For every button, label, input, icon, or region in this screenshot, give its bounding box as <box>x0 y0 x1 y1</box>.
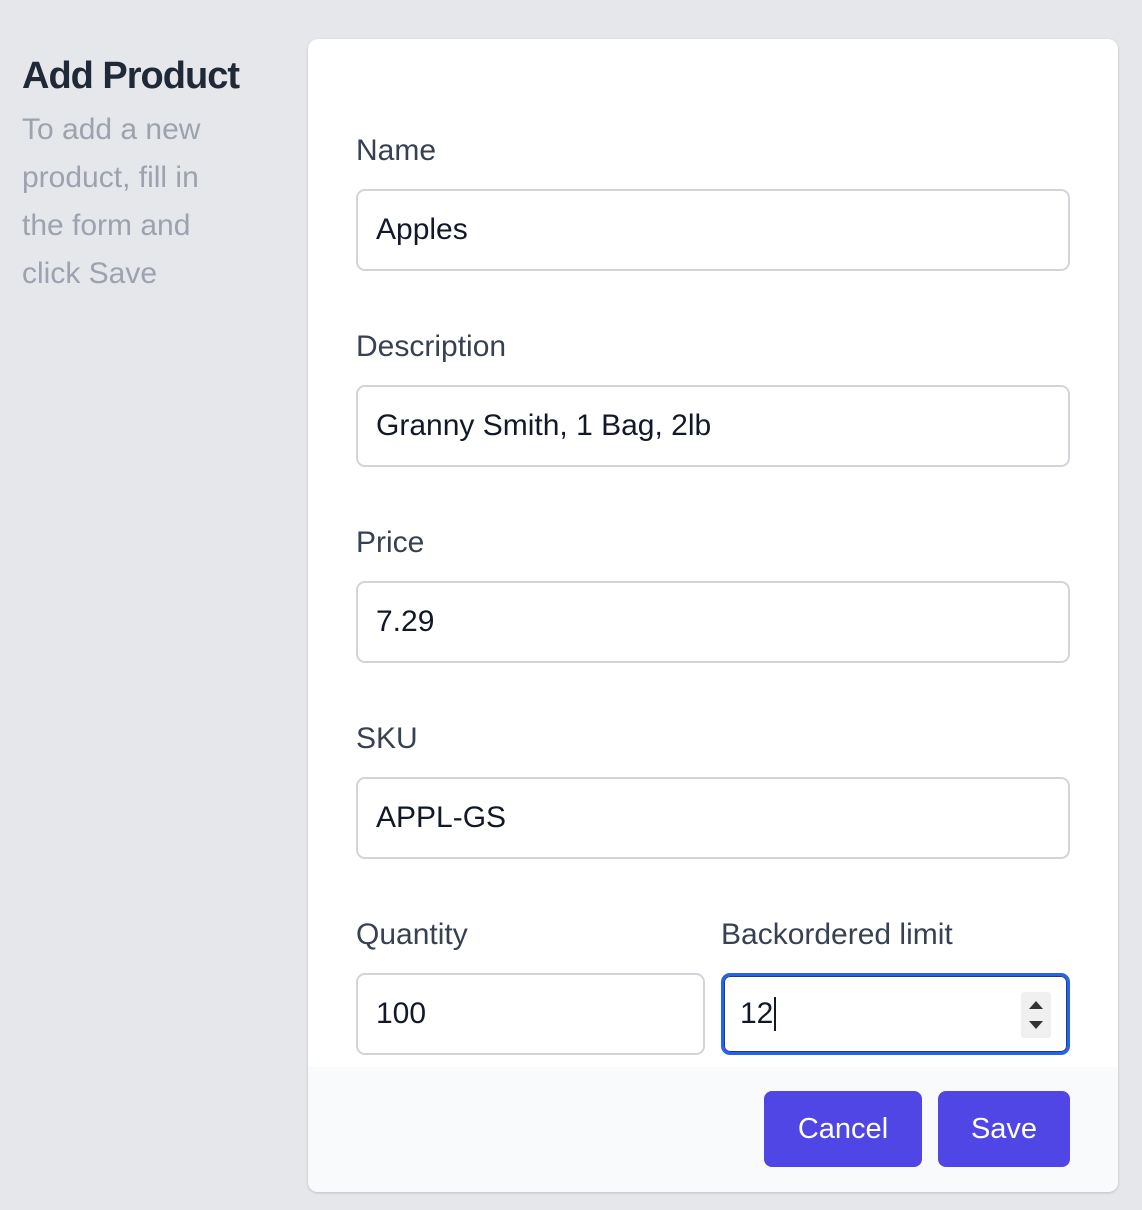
name-input-value: Apples <box>376 213 468 246</box>
quantity-input-value: 100 <box>376 997 427 1030</box>
add-product-form: Name Apples Description Granny Smith, 1 … <box>308 39 1118 1192</box>
sku-label: SKU <box>356 722 418 755</box>
number-stepper[interactable] <box>1021 992 1051 1038</box>
save-button[interactable]: Save <box>938 1091 1070 1167</box>
name-label: Name <box>356 134 437 167</box>
cancel-button[interactable]: Cancel <box>764 1091 922 1167</box>
page-title: Add Product <box>22 55 240 97</box>
quantity-input[interactable]: 100 <box>356 973 705 1055</box>
page-description: To add a new product, fill in the form a… <box>22 113 201 290</box>
description-label: Description <box>356 330 507 363</box>
intro-panel: Add Product To add a new product, fill i… <box>22 52 262 298</box>
description-input-value: Granny Smith, 1 Bag, 2lb <box>376 409 712 442</box>
backordered-limit-input-value: 12 <box>740 997 774 1030</box>
stepper-up-icon[interactable] <box>1029 1001 1043 1009</box>
price-label: Price <box>356 526 425 559</box>
description-input[interactable]: Granny Smith, 1 Bag, 2lb <box>356 385 1070 467</box>
backordered-limit-label: Backordered limit <box>721 918 953 951</box>
name-input[interactable]: Apples <box>356 189 1070 271</box>
price-input[interactable]: 7.29 <box>356 581 1070 663</box>
stepper-down-icon[interactable] <box>1029 1021 1043 1029</box>
text-caret <box>774 997 777 1031</box>
price-input-value: 7.29 <box>376 605 435 638</box>
form-footer: Cancel Save <box>308 1067 1118 1192</box>
sku-input-value: APPL-GS <box>376 801 507 834</box>
quantity-label: Quantity <box>356 918 468 951</box>
sku-input[interactable]: APPL-GS <box>356 777 1070 859</box>
backordered-limit-input[interactable]: 12 <box>721 973 1070 1055</box>
